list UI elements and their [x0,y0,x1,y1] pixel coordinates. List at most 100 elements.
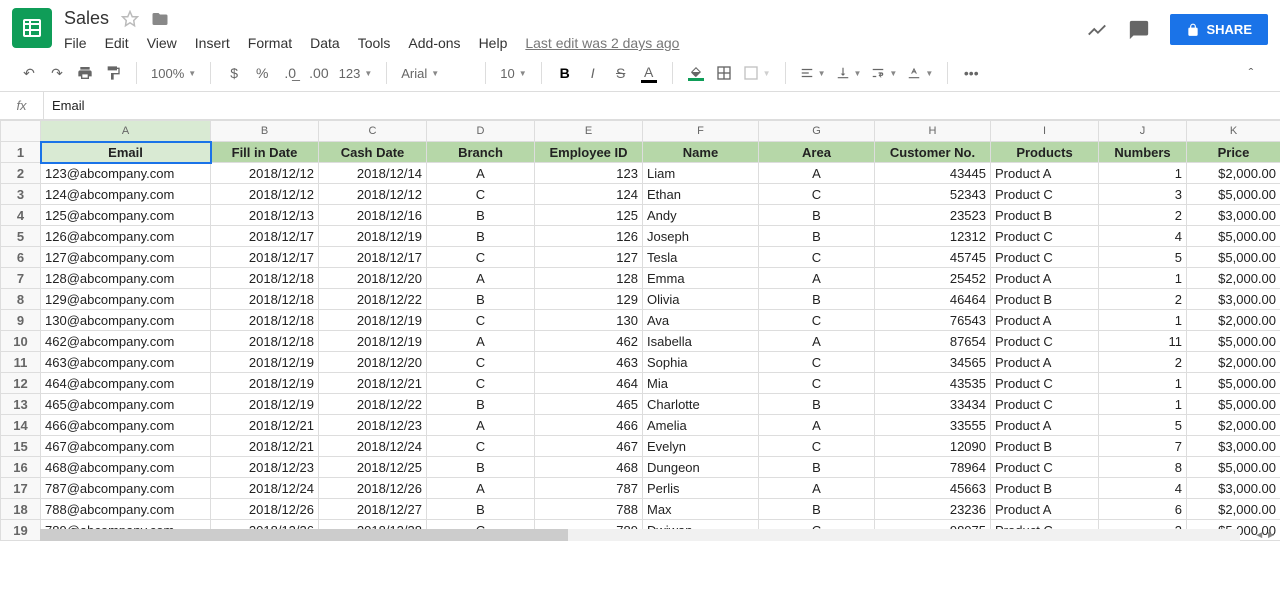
cell[interactable]: Mia [643,373,759,394]
cell[interactable]: A [427,478,535,499]
cell[interactable]: Joseph [643,226,759,247]
cell[interactable]: Product C [991,226,1099,247]
cell[interactable]: B [427,289,535,310]
cell[interactable]: A [759,478,875,499]
cell[interactable]: 2018/12/18 [211,289,319,310]
cell[interactable]: 124 [535,184,643,205]
cell[interactable]: 468 [535,457,643,478]
cell[interactable]: 123@abcompany.com [41,163,211,184]
cell[interactable]: Ethan [643,184,759,205]
cell[interactable]: 127 [535,247,643,268]
cell[interactable]: Isabella [643,331,759,352]
cell[interactable]: B [427,499,535,520]
cell[interactable]: C [759,373,875,394]
cell[interactable]: C [759,352,875,373]
comments-icon[interactable] [1128,19,1150,41]
column-header-G[interactable]: G [759,121,875,142]
cell[interactable]: 787 [535,478,643,499]
cell[interactable]: C [759,247,875,268]
text-wrap-button[interactable]: ▼ [871,66,897,80]
row-header[interactable]: 2 [1,163,41,184]
decrease-decimal-button[interactable]: .0̲ [281,61,299,85]
cell[interactable]: B [427,226,535,247]
menu-format[interactable]: Format [248,35,292,51]
cell[interactable]: 129@abcompany.com [41,289,211,310]
cell[interactable]: 2018/12/19 [319,310,427,331]
cell[interactable]: 2018/12/17 [211,247,319,268]
cell[interactable]: $5,000.00 [1187,373,1280,394]
cell[interactable]: 2018/12/24 [211,478,319,499]
v-align-button[interactable]: ▼ [836,66,862,80]
menu-data[interactable]: Data [310,35,340,51]
cell[interactable]: 2018/12/19 [211,373,319,394]
sheet-nav-prev-icon[interactable]: ◄ [1254,530,1264,541]
cell[interactable]: 2018/12/26 [319,478,427,499]
cell[interactable]: B [427,205,535,226]
print-button[interactable] [76,61,94,85]
number-format-select[interactable]: 123▼ [339,66,373,81]
cell[interactable]: 6 [1099,499,1187,520]
cell[interactable]: B [759,226,875,247]
cell[interactable]: Andy [643,205,759,226]
cell[interactable]: 2018/12/13 [211,205,319,226]
cell[interactable]: 1 [1099,310,1187,331]
cell[interactable]: Product A [991,352,1099,373]
cell[interactable]: 2018/12/23 [211,457,319,478]
cell[interactable]: A [427,331,535,352]
cell[interactable]: A [759,163,875,184]
row-header[interactable]: 17 [1,478,41,499]
cell[interactable]: Product A [991,163,1099,184]
cell[interactable]: 2018/12/19 [211,352,319,373]
cell[interactable]: $5,000.00 [1187,394,1280,415]
column-header-B[interactable]: B [211,121,319,142]
explore-icon[interactable] [1086,19,1108,41]
cell[interactable]: B [427,394,535,415]
menu-tools[interactable]: Tools [358,35,391,51]
cell[interactable]: C [427,184,535,205]
cell[interactable]: 12090 [875,436,991,457]
row-header[interactable]: 9 [1,310,41,331]
cell[interactable]: Product A [991,415,1099,436]
header-cell[interactable]: Name [643,142,759,163]
currency-button[interactable]: $ [225,61,243,85]
cell[interactable]: 130 [535,310,643,331]
cell[interactable]: Evelyn [643,436,759,457]
row-header[interactable]: 1 [1,142,41,163]
font-select[interactable]: Arial▼ [401,66,471,81]
cell[interactable]: C [427,436,535,457]
cell[interactable]: 126@abcompany.com [41,226,211,247]
row-header[interactable]: 11 [1,352,41,373]
cell[interactable]: $2,000.00 [1187,352,1280,373]
menu-edit[interactable]: Edit [105,35,129,51]
paint-format-button[interactable] [104,61,122,85]
cell[interactable]: A [427,268,535,289]
cell[interactable]: C [427,247,535,268]
cell[interactable]: 2018/12/20 [319,268,427,289]
cell[interactable]: 45745 [875,247,991,268]
row-header[interactable]: 13 [1,394,41,415]
cell[interactable]: 123 [535,163,643,184]
cell[interactable]: Product A [991,268,1099,289]
cell[interactable]: 11 [1099,331,1187,352]
column-header-J[interactable]: J [1099,121,1187,142]
row-header[interactable]: 18 [1,499,41,520]
column-header-I[interactable]: I [991,121,1099,142]
select-all-corner[interactable] [1,121,41,142]
cell[interactable]: 2 [1099,205,1187,226]
header-cell[interactable]: Area [759,142,875,163]
cell[interactable]: 78964 [875,457,991,478]
italic-button[interactable]: I [584,61,602,85]
cell[interactable]: 8 [1099,457,1187,478]
cell[interactable]: 1 [1099,373,1187,394]
cell[interactable]: 2018/12/12 [211,163,319,184]
column-header-E[interactable]: E [535,121,643,142]
redo-button[interactable]: ↷ [48,61,66,85]
cell[interactable]: Product C [991,394,1099,415]
increase-decimal-button[interactable]: .00 [309,61,328,85]
cell[interactable]: $2,000.00 [1187,163,1280,184]
row-header[interactable]: 5 [1,226,41,247]
cell[interactable]: C [427,373,535,394]
cell[interactable]: 52343 [875,184,991,205]
cell[interactable]: 2018/12/17 [319,247,427,268]
cell[interactable]: 127@abcompany.com [41,247,211,268]
